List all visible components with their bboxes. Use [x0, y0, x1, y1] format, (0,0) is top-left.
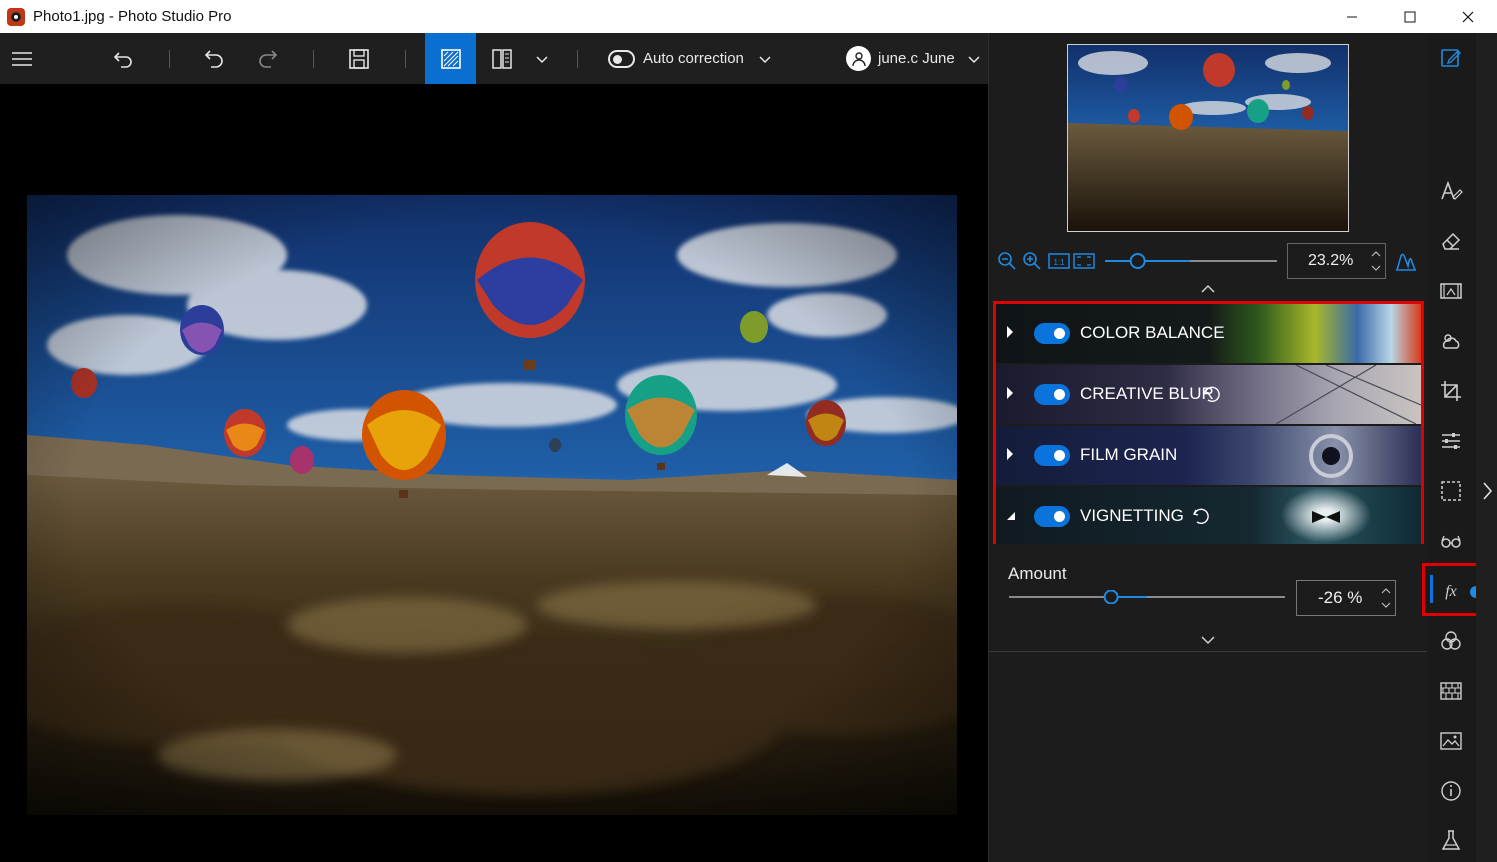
amount-value: -26 %: [1318, 588, 1363, 607]
expand-arrow-icon[interactable]: [1005, 325, 1015, 339]
effect-row-vignetting[interactable]: VIGNETTING: [996, 487, 1421, 546]
vignetting-toggle[interactable]: [1034, 506, 1070, 527]
zoom-out-icon[interactable]: [997, 251, 1017, 271]
effect-row-creative-blur[interactable]: CREATIVE BLUR: [996, 365, 1421, 424]
fx-icon[interactable]: fx: [1439, 579, 1463, 603]
app-logo-icon: [7, 7, 25, 26]
expand-chevron-down-icon[interactable]: [1200, 635, 1216, 645]
redo-icon[interactable]: [253, 33, 281, 84]
revert-icon[interactable]: [109, 33, 137, 84]
active-tool-indicator: [1430, 575, 1433, 603]
zoom-spin-icon[interactable]: [1371, 248, 1381, 274]
main-photo-canvas[interactable]: [27, 195, 957, 815]
auto-correction-label: Auto correction: [643, 50, 744, 67]
amount-slider[interactable]: [1008, 590, 1286, 604]
save-icon[interactable]: [345, 33, 373, 84]
film-grain-toggle[interactable]: [1034, 445, 1070, 466]
amount-spin-icon[interactable]: [1381, 585, 1391, 611]
effect-row-film-grain[interactable]: FILM GRAIN: [996, 426, 1421, 485]
tool-strip: fx: [1422, 33, 1486, 862]
effects-list: COLOR BALANCE CREATIVE BLUR FILM GRAIN V…: [993, 301, 1424, 544]
collapse-chevron-up-icon[interactable]: [1200, 284, 1216, 294]
zoom-percentage-input[interactable]: 23.2%: [1287, 243, 1386, 279]
zoom-controls: 1:1 23.2%: [989, 243, 1428, 279]
toolbar-separator: [313, 50, 314, 68]
texture-icon[interactable]: [1439, 679, 1463, 703]
compare-view-icon[interactable]: [488, 33, 516, 84]
hamburger-menu-icon[interactable]: [8, 33, 36, 84]
lab-flask-icon[interactable]: [1439, 829, 1463, 853]
svg-text:1:1: 1:1: [1053, 258, 1065, 267]
crop-icon[interactable]: [1439, 379, 1463, 403]
toolbar-separator: [405, 50, 406, 68]
info-icon[interactable]: [1439, 779, 1463, 803]
close-button[interactable]: [1439, 0, 1497, 33]
toolbar-separator: [169, 50, 170, 68]
text-style-icon[interactable]: [1439, 179, 1463, 203]
collapse-arrow-icon[interactable]: [1005, 510, 1017, 522]
zoom-in-icon[interactable]: [1022, 251, 1042, 271]
image-icon[interactable]: [1439, 729, 1463, 753]
expand-arrow-icon[interactable]: [1005, 447, 1015, 461]
eraser-icon[interactable]: [1439, 229, 1463, 253]
effect-label: CREATIVE BLUR: [1080, 384, 1214, 403]
user-account-menu[interactable]: june.c June: [846, 33, 981, 84]
chevron-right-icon[interactable]: [1481, 481, 1493, 501]
auto-correction-chevron-down-icon[interactable]: [758, 54, 772, 64]
color-circles-icon[interactable]: [1439, 629, 1463, 653]
title-bar: Photo1.jpg - Photo Studio Pro: [0, 0, 1497, 33]
effect-label: VIGNETTING: [1080, 506, 1184, 525]
selection-icon[interactable]: [1439, 479, 1463, 503]
auto-correction-switch[interactable]: [608, 49, 635, 68]
effect-row-color-balance[interactable]: COLOR BALANCE: [996, 304, 1421, 363]
edit-icon[interactable]: [1439, 46, 1463, 70]
adjustment-panel: 1:1 23.2% COLOR BALANCE CREATIVE BLUR FI…: [988, 33, 1428, 862]
glasses-icon[interactable]: [1439, 529, 1463, 553]
color-balance-toggle[interactable]: [1034, 323, 1070, 344]
toolbar-separator: [577, 50, 578, 68]
maximize-button[interactable]: [1381, 0, 1439, 33]
effect-label: FILM GRAIN: [1080, 445, 1178, 464]
undo-icon[interactable]: [201, 33, 229, 84]
auto-correction-toggle[interactable]: Auto correction: [608, 33, 772, 84]
zoom-slider[interactable]: [1103, 251, 1279, 271]
user-avatar-icon: [846, 46, 871, 71]
adjust-icon[interactable]: [1439, 429, 1463, 453]
view-dropdown-chevron-down-icon[interactable]: [532, 33, 552, 84]
photo-studio-window: Photo1.jpg - Photo Studio Pro Auto corre…: [0, 0, 1497, 862]
navigator-thumbnail[interactable]: [1067, 44, 1349, 232]
creative-blur-toggle[interactable]: [1034, 384, 1070, 405]
svg-text:fx: fx: [1445, 583, 1457, 600]
reset-icon[interactable]: [1202, 384, 1222, 404]
amount-label: Amount: [1008, 564, 1067, 583]
histogram-icon[interactable]: [1395, 250, 1417, 272]
expand-arrow-icon[interactable]: [1005, 386, 1015, 400]
window-controls: [1323, 0, 1497, 33]
filmstrip-icon[interactable]: [1439, 279, 1463, 303]
amount-input[interactable]: -26 %: [1296, 580, 1396, 616]
user-chevron-down-icon[interactable]: [967, 54, 981, 64]
main-toolbar: Auto correction june.c June: [0, 33, 988, 84]
effect-label: COLOR BALANCE: [1080, 323, 1225, 342]
minimize-button[interactable]: [1323, 0, 1381, 33]
panel-divider: [989, 651, 1428, 652]
single-view-icon[interactable]: [425, 33, 476, 84]
user-name: june.c June: [878, 50, 955, 67]
weather-icon[interactable]: [1439, 329, 1463, 353]
window-title: Photo1.jpg - Photo Studio Pro: [33, 8, 232, 25]
actual-size-icon[interactable]: 1:1: [1048, 252, 1070, 270]
reset-icon[interactable]: [1191, 506, 1211, 526]
fit-to-window-icon[interactable]: [1073, 252, 1095, 270]
zoom-value: 23.2%: [1308, 252, 1354, 269]
panel-expand-strip[interactable]: [1476, 33, 1497, 862]
